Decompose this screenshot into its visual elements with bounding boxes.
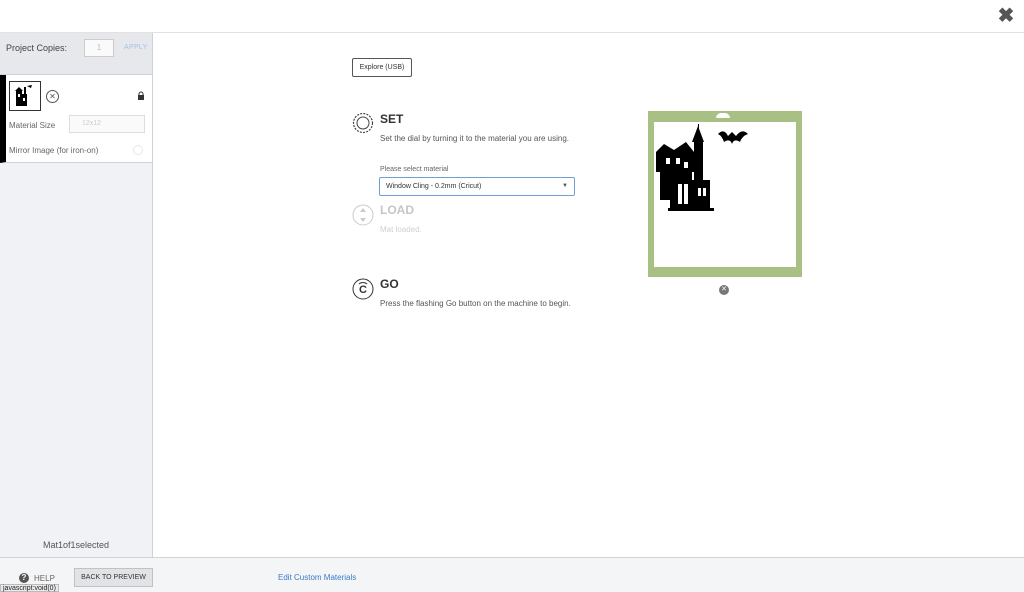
cricut-go-icon: C	[352, 278, 374, 300]
material-size-select[interactable]: 12x12	[69, 115, 145, 133]
close-icon[interactable]: ✖	[996, 6, 1016, 26]
material-select-label: Please select material	[380, 166, 449, 173]
project-copies-input[interactable]: 1	[84, 39, 114, 57]
material-select-value: Window Cling - 0.2mm (Cricut)	[386, 183, 482, 190]
set-step-description: Set the dial by turning it to the materi…	[380, 134, 569, 143]
mat-hanging-tab	[716, 113, 730, 118]
project-copies-row: Project Copies: 1 APPLY	[0, 33, 152, 75]
dial-icon	[352, 112, 374, 134]
haunted-house-design[interactable]	[654, 122, 796, 267]
sidebar: Project Copies: 1 APPLY ✕ Material Size …	[0, 33, 153, 557]
go-step-title: GO	[380, 277, 399, 291]
set-step-title: SET	[380, 112, 404, 126]
edit-custom-materials-link[interactable]: Edit Custom Materials	[278, 573, 356, 582]
material-select[interactable]: Window Cling - 0.2mm (Cricut) ▼	[379, 177, 575, 196]
material-size-label: Material Size	[9, 121, 56, 130]
load-step-title: LOAD	[380, 203, 414, 217]
project-copies-label: Project Copies:	[6, 43, 68, 53]
status-bar-url: javascript:void(0)	[0, 584, 59, 592]
load-step-description: Mat loaded.	[380, 225, 422, 234]
lock-icon	[138, 91, 144, 100]
load-arrows-icon	[352, 204, 374, 226]
cricut-logo-icon[interactable]: ✕	[719, 285, 729, 295]
haunted-house-thumbnail-icon	[15, 85, 32, 106]
help-icon[interactable]: ?	[19, 573, 29, 583]
chevron-down-icon: ▼	[562, 183, 568, 189]
explore-usb-button[interactable]: Explore (USB)	[352, 58, 412, 77]
top-bar: ✖	[0, 0, 1024, 33]
mirror-image-label: Mirror Image (for iron-on)	[9, 146, 99, 155]
mat-selection-count: Mat1of1selected	[42, 540, 110, 550]
cricut-logo-icon: ✕	[46, 90, 59, 103]
mat-cutting-area	[654, 122, 796, 267]
svg-text:C: C	[359, 284, 367, 296]
help-link[interactable]: HELP	[34, 574, 55, 583]
back-to-preview-button[interactable]: BACK TO PREVIEW	[74, 568, 153, 587]
mirror-image-toggle[interactable]	[133, 145, 143, 155]
apply-button[interactable]: APPLY	[124, 44, 148, 51]
mat-card[interactable]: ✕ Material Size 12x12 Mirror Image (for …	[0, 75, 152, 163]
mat-thumbnail[interactable]	[9, 81, 41, 111]
go-step-description: Press the flashing Go button on the mach…	[380, 299, 571, 308]
bottom-bar: ? HELP BACK TO PREVIEW Edit Custom Mater…	[0, 557, 1024, 592]
